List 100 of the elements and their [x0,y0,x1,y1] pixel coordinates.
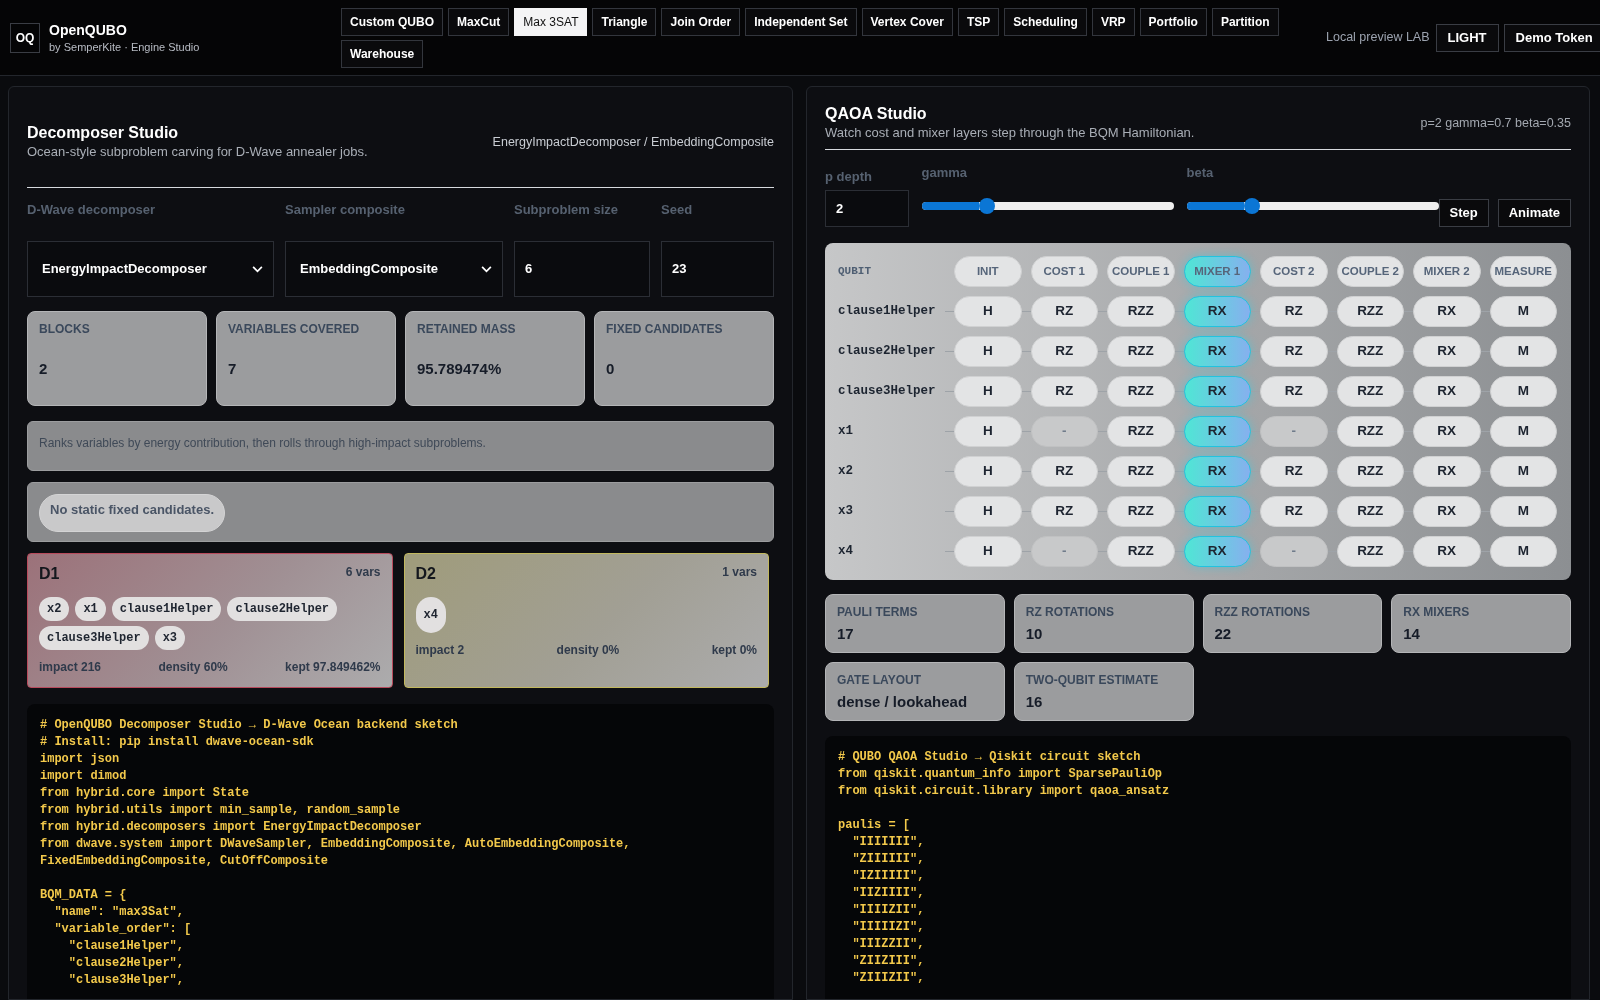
variable-chip: x4 [415,597,446,633]
problem-tab[interactable]: Scheduling [1004,7,1087,36]
gate-pill: - [1030,416,1098,447]
problem-tab[interactable]: Max 3SAT [514,7,588,36]
action-button[interactable]: Animate [1497,199,1571,227]
gate-pill: RX [1183,376,1251,407]
gate-pill: RZZ [1336,536,1404,567]
gate-pill: RZZ [1107,496,1175,527]
variable-chip: x2 [39,597,70,621]
chevron-down-icon [252,265,263,273]
metric-value: 2 [39,360,49,378]
gate-pill: RX [1413,416,1481,447]
input-field[interactable]: 23 [661,241,774,297]
gate-pill: RZZ [1336,336,1404,367]
field-label: Subproblem size [514,201,620,219]
problem-tab[interactable]: Independent Set [745,7,857,36]
qubit-label: clause2Helper [838,343,937,361]
gate-pill: RZ [1260,296,1328,327]
problem-tab[interactable]: Warehouse [341,39,424,68]
gate-pill: M [1489,416,1557,447]
input-field[interactable]: 6 [514,241,650,297]
code-block: # QUBO QAOA Studio → Qiskit circuit sketch from qiskit.quantum_info import SparsePauliOp from qiskit.circuit.library import qaoa_ansatz paulis = [ "IIIIIII", "ZIIIIII", "IZIIIII", "IIZIIII", "IIIIZII", "IIIIIZI", "IIIZZII", "ZIIZIII", "ZIIIZII", [825,736,1571,999]
problem-tab[interactable]: Partition [1211,7,1279,36]
gate-pill: H [954,336,1022,367]
problem-tab[interactable]: TSP [957,7,1000,36]
gate-pill: RZZ [1336,376,1404,407]
gate-pill: RX [1183,336,1251,367]
gate-pill: H [954,536,1022,567]
description-panel: Ranks variables by energy contribution, then rolls through high-impact subproblems. [27,421,774,471]
gate-pill: RZZ [1107,536,1175,567]
metric-label: RZ ROTATIONS [1025,605,1115,620]
select-field[interactable]: EmbeddingComposite [285,241,503,297]
metric-label: RX MIXERS [1403,605,1471,620]
gate-pill: RZ [1260,336,1328,367]
gate-pill: RZZ [1107,416,1175,447]
problem-tab[interactable]: Custom QUBO [341,7,443,36]
gate-pill: M [1489,376,1557,407]
metric-label: GATE LAYOUT [837,673,922,688]
qubit-label: clause3Helper [838,383,937,401]
field-label: D-Wave decomposer [27,201,157,219]
metric-label: RZZ ROTATIONS [1214,605,1312,620]
gate-pill: M [1489,336,1557,367]
mode-label: Local preview LAB [1326,29,1430,47]
metric-label: TWO-QUBIT ESTIMATE [1025,673,1160,688]
layer-pill[interactable]: MIXER 2 [1413,256,1481,287]
layer-pill[interactable]: COUPLE 1 [1107,256,1175,287]
gate-pill: RZ [1030,296,1098,327]
metric-value: dense / lookahead [837,693,969,711]
problem-tab[interactable]: Vertex Cover [861,7,953,36]
gate-pill: M [1489,496,1557,527]
action-button[interactable]: Step [1438,199,1489,227]
gate-pill: RX [1413,456,1481,487]
gate-pill: RZZ [1336,416,1404,447]
header-button[interactable]: Demo Token [1503,23,1600,52]
gate-pill: RX [1183,416,1251,447]
panel-title: Decomposer Studio [27,123,180,143]
layer-pill[interactable]: INIT [954,256,1022,287]
header-button[interactable]: LIGHT [1435,23,1499,52]
input-field[interactable]: 2 [825,190,909,227]
impact-stat: impact 2 [415,642,465,658]
select-field[interactable]: EnergyImpactDecomposer [27,241,274,297]
app-title: OpenQUBO [49,20,128,39]
chevron-down-icon [481,265,492,273]
slider-thumb[interactable] [1244,198,1261,214]
qubit-label: x2 [838,463,854,481]
layer-pill[interactable]: MEASURE [1489,256,1557,287]
gate-pill: RZ [1030,336,1098,367]
problem-tab[interactable]: MaxCut [448,7,510,36]
metric-value: 22 [1214,625,1233,643]
app-subtitle: by SemperKite · Engine Studio [49,39,200,55]
problem-tab[interactable]: Join Order [661,7,741,36]
problem-tab[interactable]: Portfolio [1139,7,1207,36]
status-pill: No static fixed candidates. [39,494,225,532]
layer-pill[interactable]: COST 1 [1030,256,1098,287]
slider-thumb[interactable] [979,198,996,214]
variable-chip: x3 [154,626,186,650]
gate-pill: - [1260,536,1328,567]
code-block: # OpenQUBO Decomposer Studio → D-Wave Ocean backend sketch # Install: pip install dwave-ocean-sdk import json import dimod from hybrid.core import State from hybrid.utils import min_sample, random_sample from hybrid.decomposers import EnergyImpactDecomposer from dwave.system import DWaveSampler, EmbeddingComposite, AutoEmbeddingComposite, FixedEmbeddingComposite, CutOffComposite BQM_DATA = { "name": "max3Sat", "variable_order": [ "clause1Helper", "clause2Helper", "clause3Helper", [27,704,774,999]
gate-pill: RZ [1030,376,1098,407]
layer-pill[interactable]: COUPLE 2 [1336,256,1404,287]
field-label: Sampler composite [285,201,406,219]
gate-pill: H [954,376,1022,407]
variable-chip: clause1Helper [111,597,222,621]
column-header: QUBIT [838,264,872,280]
gate-pill: H [954,296,1022,327]
problem-tab[interactable]: Triangle [592,7,657,36]
problem-tab[interactable]: VRP [1091,7,1135,36]
gate-pill: - [1260,416,1328,447]
gate-pill: M [1489,456,1557,487]
layer-pill[interactable]: COST 2 [1260,256,1328,287]
density-stat: density 0% [556,642,620,658]
metric-label: RETAINED MASS [417,322,517,337]
metric-label: VARIABLES COVERED [228,322,361,337]
slider-label: beta [1186,164,1215,182]
metric-label: FIXED CANDIDATES [606,322,724,337]
variable-chip: clause3Helper [39,626,149,650]
gate-pill: RX [1413,536,1481,567]
params-summary: p=2 gamma=0.7 beta=0.35 [1420,114,1571,132]
kept-stat: kept 97.849462% [285,659,381,675]
gate-pill: RZ [1030,456,1098,487]
